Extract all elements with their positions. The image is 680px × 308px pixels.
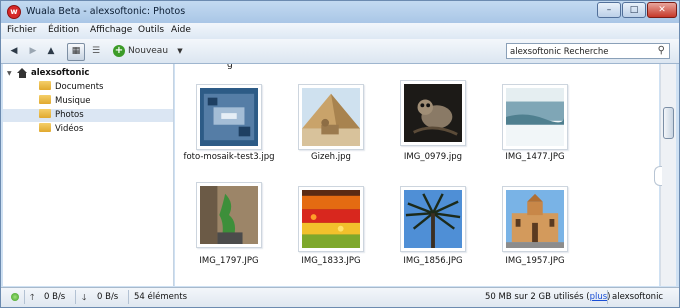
status-bar: 🡑 0 B/s 🡓 0 B/s 54 éléments 50 MB sur 2 … <box>1 287 679 307</box>
file-tile[interactable]: IMG_1477.JPG <box>485 64 585 174</box>
home-icon <box>17 67 28 78</box>
up-arrow-icon[interactable]: ▲ <box>44 44 58 59</box>
sculpture-photo-image <box>200 186 258 244</box>
photo-thumbnail <box>400 186 466 252</box>
menu-fichier[interactable]: Fichier <box>7 25 36 35</box>
wuala-logo-icon: w <box>7 5 21 19</box>
photo-thumbnail <box>502 186 568 252</box>
pyramid-photo-image <box>302 88 360 146</box>
menu-affichage[interactable]: Affichage <box>90 25 132 35</box>
file-tile[interactable]: IMG_1833.JPG <box>281 168 381 278</box>
upload-arrow-icon: 🡑 <box>30 293 35 303</box>
file-tile[interactable]: foto-mosaik-test3.jpg <box>179 64 279 174</box>
menu-edition[interactable]: Édition <box>48 25 79 35</box>
folder-tree: ▼ alexsoftonic Documents Musique Photos V… <box>3 64 174 286</box>
search-box[interactable]: ⚲ <box>506 43 670 59</box>
file-tile[interactable]: IMG_1797.JPG <box>179 168 279 278</box>
list-view-icon[interactable]: ☰ <box>89 44 103 59</box>
tree-root-label: alexsoftonic <box>31 68 90 78</box>
sidebar-item-videos[interactable]: Vidéos <box>39 123 169 136</box>
sidebar-item-label: Vidéos <box>55 124 84 134</box>
forward-arrow-icon[interactable]: ▶ <box>27 44 39 59</box>
file-tile[interactable]: IMG_1957.JPG <box>485 168 585 278</box>
sidebar-item-label: Photos <box>55 110 84 120</box>
sidebar-item-photos[interactable]: Photos <box>3 109 173 122</box>
menu-bar: Fichier Édition Affichage Outils Aide <box>1 23 679 39</box>
tree-root-alexsoftonic[interactable]: ▼ alexsoftonic <box>7 67 167 80</box>
online-status-icon <box>11 293 19 304</box>
file-name: Gizeh.jpg <box>311 152 351 162</box>
new-button-label: Nouveau <box>128 46 169 56</box>
collapse-arrow-icon[interactable]: ▼ <box>7 67 15 80</box>
photo-thumbnail <box>298 186 364 252</box>
menu-aide[interactable]: Aide <box>171 25 191 35</box>
minimize-button[interactable]: – <box>597 2 621 18</box>
file-name: IMG_1833.JPG <box>301 256 361 266</box>
photo-thumbnail <box>502 84 568 150</box>
scrollbar-thumb[interactable] <box>663 107 674 139</box>
sidebar-item-label: Documents <box>55 82 104 92</box>
sidebar-item-musique[interactable]: Musique <box>39 95 169 108</box>
close-button[interactable]: ✕ <box>647 2 677 18</box>
sidebar-item-documents[interactable]: Documents <box>39 81 169 94</box>
storage-usage: 50 MB sur 2 GB utilisés (plus) <box>485 292 610 302</box>
file-tile[interactable]: IMG_1856.JPG <box>383 168 483 278</box>
file-tile[interactable]: Gizeh.jpg <box>281 64 381 174</box>
fruit-market-photo-image <box>302 190 360 248</box>
window-title: Wuala Beta - alexsoftonic: Photos <box>26 6 186 17</box>
app-window: w Wuala Beta - alexsoftonic: Photos – □ … <box>0 0 680 308</box>
mosaic-photo-image <box>200 88 258 146</box>
more-storage-link[interactable]: plus <box>590 292 608 302</box>
file-name: IMG_1797.JPG <box>199 256 259 266</box>
file-name: foto-mosaik-test3.jpg <box>183 152 275 162</box>
folder-icon <box>39 109 51 118</box>
file-tile[interactable]: IMG_0979.jpg <box>383 64 483 174</box>
search-input[interactable] <box>510 46 648 57</box>
sidebar-item-label: Musique <box>55 96 91 106</box>
upload-rate: 0 B/s <box>44 292 66 302</box>
maximize-button[interactable]: □ <box>622 2 646 18</box>
file-name: IMG_1856.JPG <box>403 256 463 266</box>
download-rate: 0 B/s <box>97 292 119 302</box>
photo-thumbnail <box>298 84 364 150</box>
animal-photo-image <box>404 84 462 142</box>
title-bar: w Wuala Beta - alexsoftonic: Photos – □ … <box>1 1 679 23</box>
folder-icon <box>39 95 51 104</box>
item-count: 54 éléments <box>134 292 187 302</box>
vertical-scrollbar[interactable] <box>660 64 676 286</box>
photo-thumbnail <box>196 84 262 150</box>
search-icon[interactable]: ⚲ <box>658 45 665 56</box>
waterfall-photo-image <box>506 88 564 146</box>
photo-thumbnail <box>400 80 466 146</box>
menu-outils[interactable]: Outils <box>138 25 164 35</box>
photo-thumbnail <box>196 182 262 248</box>
side-panel-handle[interactable] <box>654 166 662 186</box>
storage-usage-text: 50 MB sur 2 GB utilisés <box>485 292 584 302</box>
folder-icon <box>39 81 51 90</box>
file-name: IMG_0979.jpg <box>403 152 463 162</box>
new-dropdown-arrow-icon[interactable]: ▼ <box>175 44 185 59</box>
file-name: IMG_1957.JPG <box>505 256 565 266</box>
building-photo-image <box>506 190 564 248</box>
plus-icon: + <box>113 44 125 57</box>
file-name: IMG_1477.JPG <box>505 152 565 162</box>
back-arrow-icon[interactable]: ◀ <box>8 44 20 59</box>
photo-grid: g foto-mosaik-test3.jpg Gizeh.jpg IMG_09… <box>175 64 659 286</box>
new-button[interactable]: + Nouveau <box>113 44 173 59</box>
download-arrow-icon: 🡓 <box>82 293 87 303</box>
grid-view-icon[interactable]: ▦ <box>67 43 85 61</box>
palm-tree-photo-image <box>404 190 462 248</box>
username-label: alexsoftonic <box>612 292 664 302</box>
folder-icon <box>39 123 51 132</box>
